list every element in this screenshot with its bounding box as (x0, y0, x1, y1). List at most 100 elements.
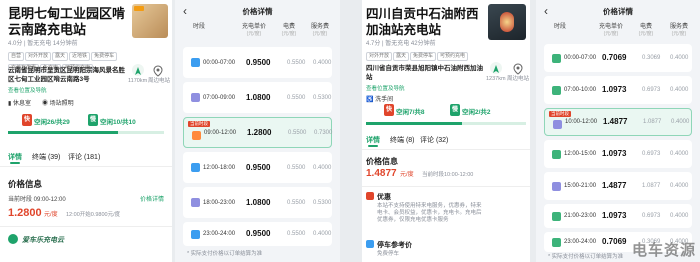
col-header-svc: 服务费 (元/度) (664, 24, 694, 38)
slow-availability: 空闲2/共2 (462, 109, 491, 116)
offer-text: 本站不支持使用特来电服务，优惠券，特来电卡、会员权益，优惠卡，充电卡。充电后优惠… (377, 203, 482, 223)
price-row: 23:00-24:00 0.9500 0.5500 0.4000 (183, 222, 332, 246)
flat-period-icon (552, 237, 561, 247)
distance: 1170km (128, 78, 148, 84)
header-label: 时段 (192, 24, 205, 30)
divider (0, 226, 172, 227)
current-period: 当前时段 09:00-12:00 (8, 197, 66, 203)
fast-charge-badge: 快 (384, 104, 394, 116)
tag: 对外开放 (25, 52, 52, 61)
row-time: 12:00-18:00 (203, 164, 236, 171)
nearby-stations-icon[interactable] (512, 62, 524, 75)
row-svc: 0.4000 (671, 119, 690, 125)
nearby-label[interactable]: 周边电站 (507, 76, 529, 83)
address-link[interactable]: 查看位置及导航 (8, 86, 47, 94)
row-elec: 1.0877 (642, 183, 661, 189)
row-price: 0.9500 (246, 162, 271, 172)
station-tags: 对外开放 露天 免费停车 可预约充电 (366, 49, 486, 61)
price-row-current: 当前时段 10:00-12:00 1.4877 1.0877 0.4000 (544, 108, 692, 136)
col-header-svc: 服务费 (元/度) (305, 24, 335, 38)
row-elec: 0.6973 (642, 87, 661, 93)
tag: 免费停车 (91, 52, 118, 61)
navigate-icon[interactable] (132, 64, 144, 76)
tag: 露天 (52, 52, 69, 61)
row-time: 09:00-12:00 (204, 129, 237, 136)
price-row: 18:00-23:00 1.0800 0.5500 0.5300 (183, 187, 332, 218)
fast-availability: 空闲26/共29 (34, 119, 70, 126)
tab-terminals[interactable]: 终端 (8) (390, 135, 415, 145)
tab-reviews[interactable]: 评论 (32) (420, 135, 448, 145)
tab-detail[interactable]: 详情 (366, 135, 380, 145)
header-unit: (元/度) (281, 31, 297, 37)
price-section-title: 价格信息 (8, 179, 43, 189)
tab-detail[interactable]: 详情 (8, 152, 22, 162)
page-title: 价格详情 (242, 7, 273, 16)
row-svc: 0.4000 (313, 164, 332, 171)
header-label: 电费 (282, 24, 295, 30)
parking-title: 停车参考价 (377, 242, 412, 249)
divider (362, 186, 530, 187)
tag: 可预约充电 (437, 52, 469, 61)
row-svc: 0.5300 (313, 199, 332, 206)
station-photo[interactable] (488, 4, 526, 40)
row-elec: 1.0877 (643, 119, 662, 125)
mid-period-icon (553, 120, 562, 129)
footnote: * 实际支付价格以订单结算为准 (548, 254, 624, 260)
row-time: 21:00-23:00 (564, 213, 597, 219)
mid-period-icon (191, 93, 200, 102)
valley-period-icon (191, 229, 200, 239)
row-time: 12:00-15:00 (564, 151, 597, 157)
row-price: 1.4877 (602, 181, 627, 190)
row-svc: 0.4000 (313, 231, 332, 237)
mid-period-icon (191, 198, 200, 207)
price-row: 07:00-10:00 1.0973 0.6973 0.4000 (544, 76, 692, 104)
offer-icon (366, 192, 374, 200)
station-photo[interactable] (132, 4, 168, 38)
row-price: 1.0973 (602, 211, 627, 220)
station-address: 云南省昆明市呈贡区昆明阳宗海风景名胜区七甸工业园区啃云南路3号 (8, 67, 125, 83)
fast-charge-badge: 快 (22, 114, 32, 126)
current-period-badge: 当前时段 (549, 111, 571, 117)
availability-timeline-fill (366, 122, 462, 125)
nearby-label[interactable]: 周边电站 (148, 78, 170, 85)
price-detail-screen-2: ‹ 价格详情 时段 充电单价 (元/度) 电费 (元/度) 服务费 (元/度) 00:… (536, 0, 700, 262)
row-price: 1.2800 (247, 127, 272, 137)
current-period-badge: 当前时段 (188, 121, 210, 127)
navigate-icon[interactable] (490, 62, 502, 74)
row-svc: 0.4000 (670, 151, 689, 157)
address-link[interactable]: 查看位置及导航 (366, 84, 405, 92)
tab-reviews[interactable]: 评论 (181) (68, 152, 100, 162)
row-elec: 0.5500 (288, 129, 307, 136)
operator-logo-text: 爱车乐充电云 (22, 237, 64, 244)
price-row: 00:00-07:00 0.7069 0.3069 0.4000 (544, 44, 692, 72)
row-svc: 0.4000 (670, 55, 689, 61)
row-elec: 0.5500 (287, 59, 306, 66)
nearby-stations-icon[interactable] (152, 64, 164, 77)
tab-terminals[interactable]: 终端 (39) (32, 152, 60, 162)
station-detail-screen-1: 昆明七甸工业园区啃云南路充电站 4.0分 | 暂无充电 14分钟前 自营 对外开放… (0, 0, 172, 262)
station-address: 四川省自贡市荣县旭阳镇中石油附西加油站 (366, 65, 483, 81)
row-time: 23:00-24:00 (564, 239, 597, 245)
parking-icon (366, 240, 374, 248)
period-hint: 当前时段10:00-12:00 (422, 172, 474, 178)
station-title: 四川自贡中石油附西加油站充电站 (366, 7, 479, 37)
availability-timeline-fill (8, 131, 118, 134)
price-detail-link[interactable]: 价格详情 (140, 196, 164, 204)
row-time: 15:00-21:00 (564, 183, 597, 189)
tab-underline (10, 162, 20, 164)
row-price: 1.0973 (602, 85, 627, 94)
tag: 免费停车 (410, 52, 437, 61)
fast-availability: 空闲7/共8 (396, 109, 425, 116)
price-row-current: 当前时段 09:00-12:00 1.2800 0.5500 0.7300 (183, 117, 332, 148)
tag: 自营 (8, 52, 25, 61)
header-label: 时段 (553, 24, 566, 30)
row-elec: 0.6973 (642, 213, 661, 219)
price-row: 21:00-23:00 1.0973 0.6973 0.4000 (544, 204, 692, 228)
mid-period-icon (552, 181, 561, 191)
price-detail-screen-1: ‹ 价格详情 时段 充电单价 (元/度) 电费 (元/度) 服务费 (元/度) 00:… (175, 0, 340, 262)
price-section-title: 价格信息 (366, 157, 398, 166)
flat-period-icon (552, 85, 561, 95)
row-time: 10:00-12:00 (565, 119, 598, 125)
watermark: 电车资源 (631, 242, 696, 259)
slow-charge-badge: 慢 (88, 114, 98, 126)
